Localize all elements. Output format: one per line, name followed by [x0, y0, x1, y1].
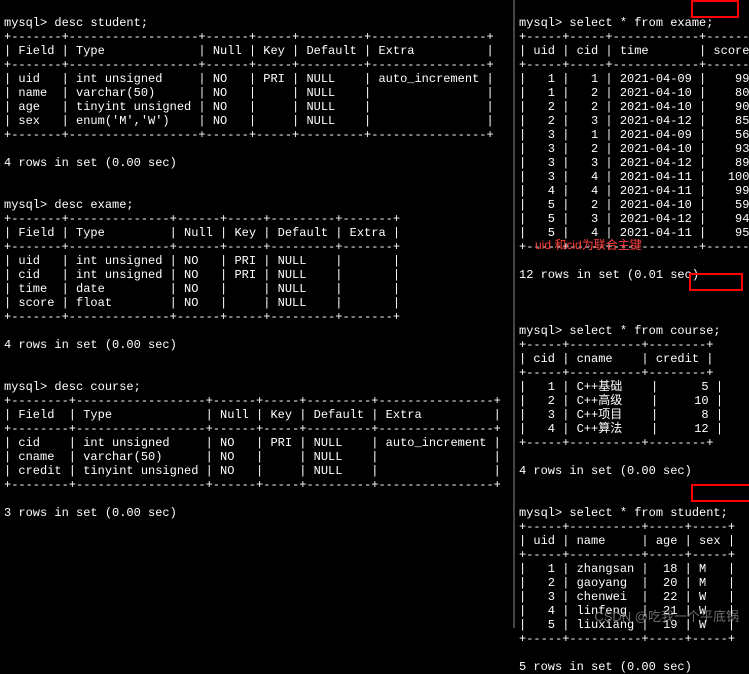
cmd-desc-student[interactable]: mysql> desc student; [4, 16, 148, 30]
desc-course-output: +--------+------------------+------+----… [4, 394, 501, 520]
cmd-desc-exame[interactable]: mysql> desc exame; [4, 198, 134, 212]
desc-exame-output: +-------+--------------+------+-----+---… [4, 212, 400, 352]
left-terminal-pane: mysql> desc student; +-------+----------… [0, 0, 515, 628]
watermark: CSDN @吃我一个平底锅 [594, 610, 739, 624]
select-course-output: +-----+----------+--------+ | cid | cnam… [519, 338, 723, 478]
cmd-select-exame[interactable]: mysql> select * from exame; [519, 16, 713, 30]
cmd-select-course[interactable]: mysql> select * from course; [519, 324, 721, 338]
right-terminal-pane: mysql> select * from exame; +-----+-----… [515, 0, 749, 628]
annotation-joint-key: uid 和cid为联合主键 [535, 238, 642, 252]
cmd-select-student[interactable]: mysql> select * from student; [519, 506, 728, 520]
select-student-output: +-----+----------+-----+-----+ | uid | n… [519, 520, 735, 674]
highlight-student [691, 484, 749, 502]
desc-student-output: +-------+------------------+------+-----… [4, 30, 494, 170]
cmd-desc-course[interactable]: mysql> desc course; [4, 380, 141, 394]
